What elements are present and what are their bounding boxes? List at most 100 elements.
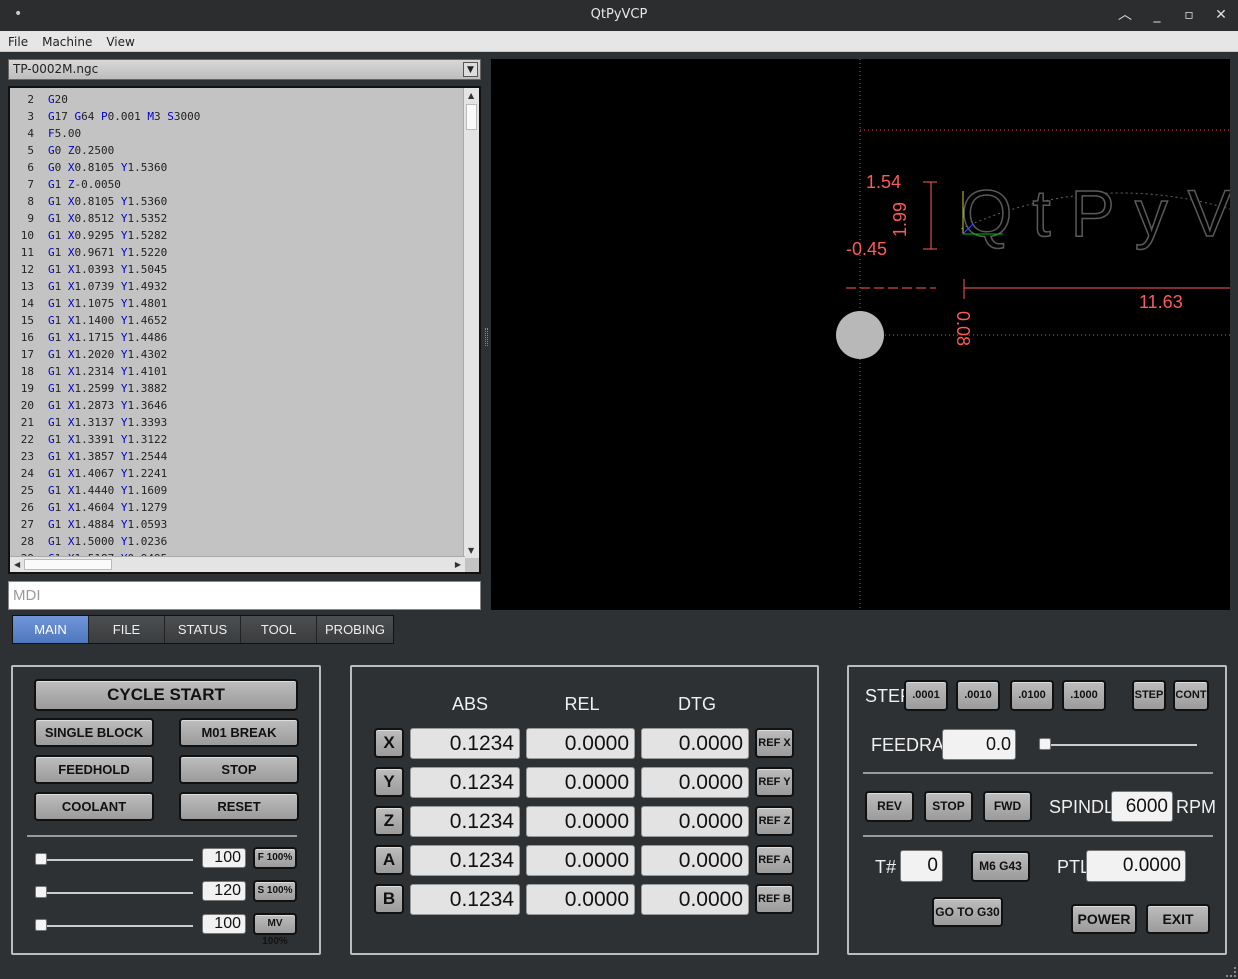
code-line[interactable]: 7 G1 Z-0.0050 [10,176,465,193]
tab-tool[interactable]: TOOL [241,616,317,643]
scroll-up-icon[interactable]: ▲ [468,91,474,100]
tab-main[interactable]: MAIN [13,616,89,643]
single-block-button[interactable]: SINGLE BLOCK [34,718,154,747]
rel-z-field[interactable]: 0.0000 [526,806,635,837]
dtg-y-field[interactable]: 0.0000 [641,767,749,798]
code-line[interactable]: 10 G1 X0.9295 Y1.5282 [10,227,465,244]
jog-step-button[interactable]: .0010 [956,680,1000,711]
scroll-thumb-h[interactable] [24,559,112,570]
dtg-z-field[interactable]: 0.0000 [641,806,749,837]
code-line[interactable]: 18 G1 X1.2314 Y1.4101 [10,363,465,380]
spindle-forward-button[interactable]: FWD [983,791,1032,822]
splitter-handle[interactable] [485,328,488,346]
horizontal-scrollbar[interactable]: ◀ ▶ [10,556,465,572]
override-slider-track[interactable] [39,859,193,861]
spindle-rpm-field[interactable]: 6000 [1111,791,1173,822]
override-reset-button[interactable]: S 100% [253,880,297,902]
code-line[interactable]: 2 G20 [10,91,465,108]
override-slider-handle[interactable] [35,919,47,931]
code-line[interactable]: 6 G0 X0.8105 Y1.5360 [10,159,465,176]
code-line[interactable]: 16 G1 X1.1715 Y1.4486 [10,329,465,346]
code-line[interactable]: 21 G1 X1.3137 Y1.3393 [10,414,465,431]
rel-y-field[interactable]: 0.0000 [526,767,635,798]
keep-above-icon[interactable]: ︿ [1116,6,1134,24]
mdi-input[interactable]: MDI [8,581,481,610]
jog-step-button[interactable]: .0100 [1010,680,1054,711]
override-value-field[interactable]: 100 [202,848,246,868]
code-line[interactable]: 23 G1 X1.3857 Y1.2544 [10,448,465,465]
code-line[interactable]: 8 G1 X0.8105 Y1.5360 [10,193,465,210]
jog-step-button[interactable]: .0001 [904,680,948,711]
code-line[interactable]: 25 G1 X1.4440 Y1.1609 [10,482,465,499]
maximize-icon[interactable]: ▫ [1180,6,1198,24]
menu-machine[interactable]: Machine [34,32,98,50]
ptl-field[interactable]: 0.0000 [1086,850,1186,882]
dtg-a-field[interactable]: 0.0000 [641,845,749,876]
code-line[interactable]: 26 G1 X1.4604 Y1.1279 [10,499,465,516]
gcode-editor[interactable]: 2 G20 3 G17 G64 P0.001 M3 S3000 4 F5.00 5 G0 Z0… [8,86,481,574]
close-icon[interactable]: ✕ [1212,6,1230,24]
rel-b-field[interactable]: 0.0000 [526,884,635,915]
override-slider-track[interactable] [39,892,193,894]
override-reset-button[interactable]: MV 100% [253,913,297,947]
chevron-down-icon[interactable]: ▼ [463,62,478,77]
scroll-down-icon[interactable]: ▼ [468,546,474,555]
minimize-icon[interactable]: _ [1148,6,1166,24]
spindle-stop-button[interactable]: STOP [924,791,973,822]
tab-probing[interactable]: PROBING [317,616,393,643]
override-value-field[interactable]: 100 [202,914,246,934]
code-line[interactable]: 27 G1 X1.4884 Y1.0593 [10,516,465,533]
ref-a-button[interactable]: REF A [755,845,794,875]
code-line[interactable]: 14 G1 X1.1075 Y1.4801 [10,295,465,312]
override-reset-button[interactable]: F 100% [253,847,297,869]
axis-b-button[interactable]: B [374,884,404,914]
feedrate-field[interactable]: 0.0 [942,729,1016,760]
m6-g43-button[interactable]: M6 G43 [971,851,1030,882]
code-line[interactable]: 22 G1 X1.3391 Y1.3122 [10,431,465,448]
code-line[interactable]: 17 G1 X1.2020 Y1.4302 [10,346,465,363]
ref-b-button[interactable]: REF B [755,884,794,914]
code-line[interactable]: 3 G17 G64 P0.001 M3 S3000 [10,108,465,125]
m01-break-button[interactable]: M01 BREAK [179,718,299,747]
dtg-x-field[interactable]: 0.0000 [641,728,749,759]
code-line[interactable]: 28 G1 X1.5000 Y1.0236 [10,533,465,550]
feedrate-slider-track[interactable] [1042,744,1197,746]
stop-button[interactable]: STOP [179,755,299,784]
axis-x-button[interactable]: X [374,728,404,758]
override-value-field[interactable]: 120 [202,881,246,901]
override-slider-handle[interactable] [35,886,47,898]
feedhold-button[interactable]: FEEDHOLD [34,755,154,784]
override-slider-handle[interactable] [35,853,47,865]
scroll-left-icon[interactable]: ◀ [14,560,20,569]
spindle-reverse-button[interactable]: REV [865,791,914,822]
code-line[interactable]: 4 F5.00 [10,125,465,142]
code-line[interactable]: 20 G1 X1.2873 Y1.3646 [10,397,465,414]
axis-a-button[interactable]: A [374,845,404,875]
abs-z-field[interactable]: 0.1234 [410,806,520,837]
code-line[interactable]: 12 G1 X1.0393 Y1.5045 [10,261,465,278]
go-to-g30-button[interactable]: GO TO G30 [932,897,1003,927]
scroll-right-icon[interactable]: ▶ [455,560,461,569]
code-line[interactable]: 24 G1 X1.4067 Y1.2241 [10,465,465,482]
code-line[interactable]: 13 G1 X1.0739 Y1.4932 [10,278,465,295]
resize-grip-icon[interactable] [1226,967,1236,977]
abs-x-field[interactable]: 0.1234 [410,728,520,759]
code-line[interactable]: 19 G1 X1.2599 Y1.3882 [10,380,465,397]
vertical-scrollbar[interactable]: ▲ ▼ [463,88,479,558]
menu-view[interactable]: View [98,32,140,50]
axis-z-button[interactable]: Z [374,806,404,836]
code-line[interactable]: 11 G1 X0.9671 Y1.5220 [10,244,465,261]
tool-number-field[interactable]: 0 [900,850,943,882]
continuous-mode-button[interactable]: CONT [1173,680,1209,711]
code-line[interactable]: 15 G1 X1.1400 Y1.4652 [10,312,465,329]
axis-y-button[interactable]: Y [374,767,404,797]
ref-x-button[interactable]: REF X [755,728,794,758]
step-mode-button[interactable]: STEP [1132,680,1166,711]
menu-file[interactable]: File [0,32,34,50]
dtg-b-field[interactable]: 0.0000 [641,884,749,915]
reset-button[interactable]: RESET [179,792,299,821]
exit-button[interactable]: EXIT [1146,904,1210,934]
file-select[interactable]: TP-0002M.ngc ▼ [8,59,481,80]
backplot-viewer[interactable]: 1.54 -0.45 1.99 11.63 0.08 QtPyV [491,59,1230,610]
ref-z-button[interactable]: REF Z [755,806,794,836]
